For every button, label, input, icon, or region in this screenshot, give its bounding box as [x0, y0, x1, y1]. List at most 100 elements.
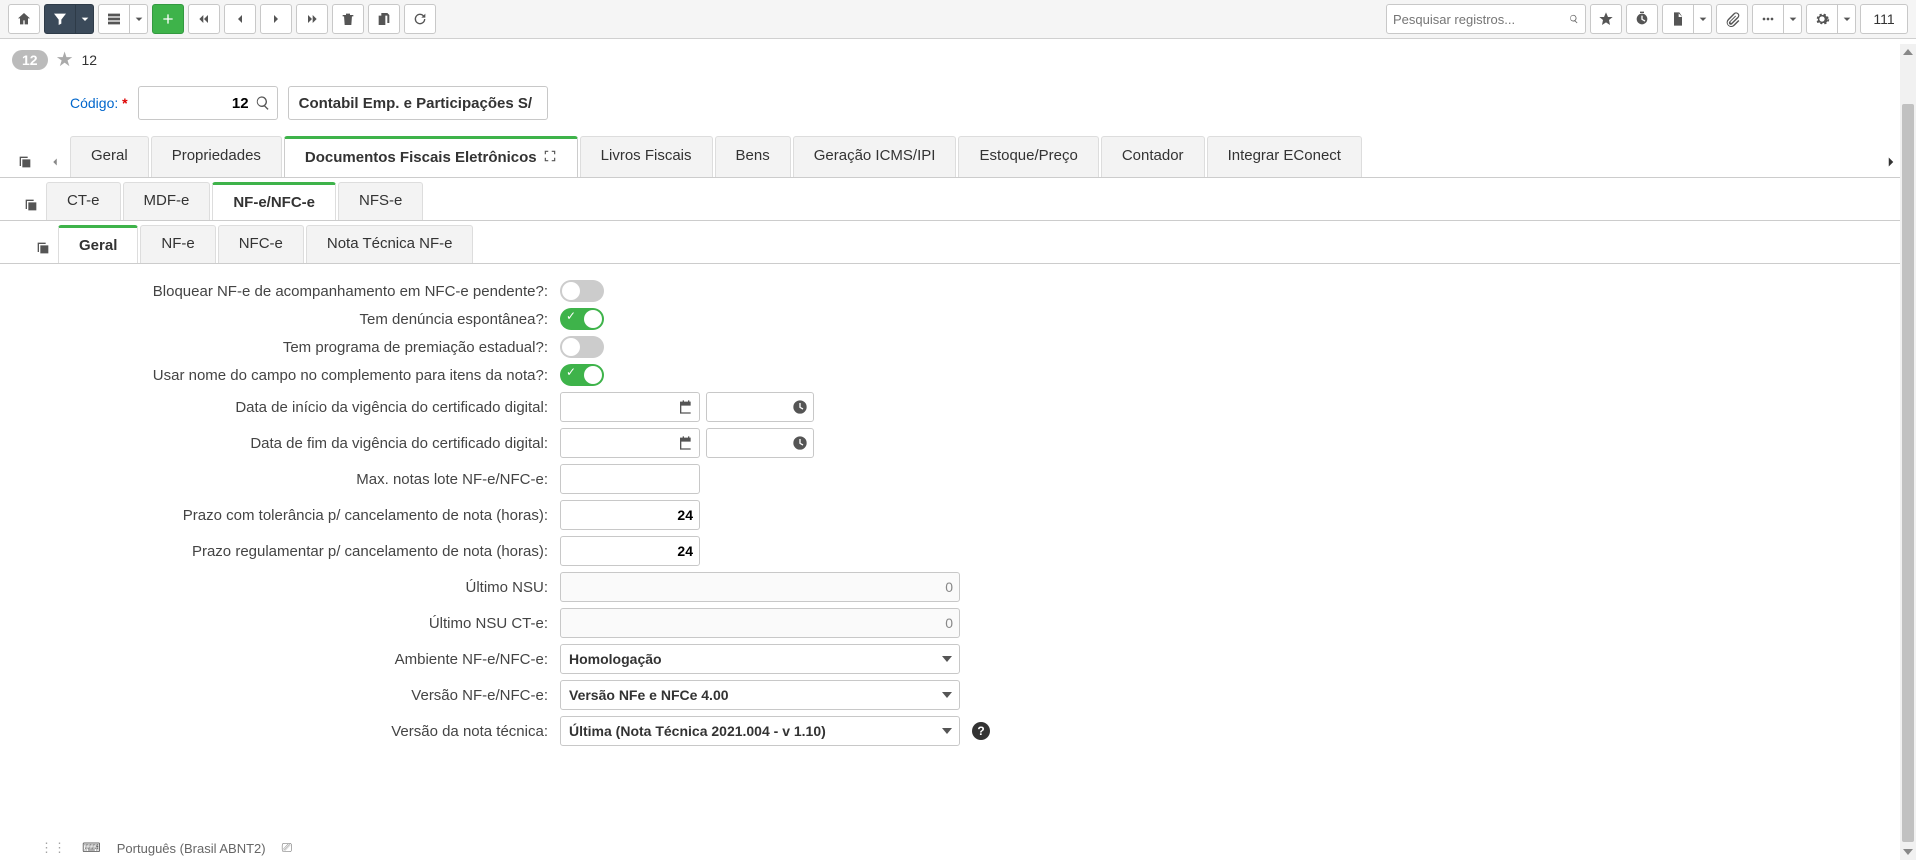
ambiente-label: Ambiente NF-e/NFC-e: — [60, 651, 560, 668]
denuncia-toggle[interactable] — [560, 308, 604, 330]
tab-geral[interactable]: Geral — [70, 136, 149, 177]
help-icon[interactable]: ? — [972, 722, 990, 740]
breadcrumb: 12 ★ 12 — [0, 39, 1916, 80]
doc-tab-nfs-e[interactable]: NFS-e — [338, 182, 423, 220]
scrollbar-thumb[interactable] — [1902, 104, 1914, 842]
cert-inicio-time[interactable] — [706, 392, 814, 422]
main-tabs: GeralPropriedadesDocumentos Fiscais Elet… — [0, 136, 1916, 178]
tab-propriedades[interactable]: Propriedades — [151, 136, 282, 177]
search-icon[interactable] — [255, 95, 271, 111]
add-button[interactable] — [152, 4, 184, 34]
clone-icon[interactable] — [16, 190, 46, 220]
versao-nt-select[interactable]: Última (Nota Técnica 2021.004 - v 1.10) — [560, 716, 960, 746]
ultnsucte-label: Último NSU CT-e: — [60, 615, 560, 632]
scroll-down-icon[interactable] — [1900, 844, 1916, 860]
doc-tabs: CT-eMDF-eNF-e/NFC-eNFS-e — [0, 178, 1916, 221]
doc-tab-ct-e[interactable]: CT-e — [46, 182, 121, 220]
nomecampo-label: Usar nome do campo no complemento para i… — [60, 367, 560, 384]
cert-fim-time[interactable] — [706, 428, 814, 458]
chevron-down-icon — [942, 692, 952, 698]
tab-bens[interactable]: Bens — [715, 136, 791, 177]
prazo-tol-input[interactable] — [560, 500, 700, 530]
ambiente-select[interactable]: Homologação — [560, 644, 960, 674]
maxlote-input[interactable] — [560, 464, 700, 494]
tab-scroll-prev[interactable] — [40, 147, 70, 177]
code-label: Código: * — [70, 95, 128, 111]
doc-tab-mdf-e[interactable]: MDF-e — [123, 182, 211, 220]
next-button[interactable] — [260, 4, 292, 34]
tab-documentos-fiscais-eletr-nicos[interactable]: Documentos Fiscais Eletrônicos — [284, 136, 578, 177]
breadcrumb-badge: 12 — [12, 50, 48, 70]
bloquear-label: Bloquear NF-e de acompanhamento em NFC-e… — [60, 283, 560, 300]
search-input[interactable] — [1393, 12, 1569, 27]
cert-fim-date[interactable] — [560, 428, 700, 458]
copy-button[interactable] — [368, 4, 400, 34]
first-button[interactable] — [188, 4, 220, 34]
sub-tab-nota-t-cnica-nf-e[interactable]: Nota Técnica NF-e — [306, 225, 474, 263]
timer-button[interactable] — [1626, 4, 1658, 34]
attach-button[interactable] — [1716, 4, 1748, 34]
tab-gera-o-icms-ipi[interactable]: Geração ICMS/IPI — [793, 136, 957, 177]
ultnsu-input — [560, 572, 960, 602]
delete-button[interactable] — [332, 4, 364, 34]
denuncia-label: Tem denúncia espontânea?: — [60, 311, 560, 328]
table-button[interactable] — [98, 4, 130, 34]
tab-estoque-pre-o[interactable]: Estoque/Preço — [958, 136, 1098, 177]
sub-tabs: GeralNF-eNFC-eNota Técnica NF-e — [0, 221, 1916, 264]
nomecampo-toggle[interactable] — [560, 364, 604, 386]
export-button[interactable] — [1662, 4, 1694, 34]
status-bar: ⋮⋮ ⌨ Português (Brasil ABNT2) ⎚ — [0, 836, 1916, 860]
sub-tab-nf-e[interactable]: NF-e — [140, 225, 215, 263]
refresh-button[interactable] — [404, 4, 436, 34]
chevron-down-icon — [942, 728, 952, 734]
code-input[interactable] — [145, 95, 249, 112]
main-toolbar: 111 — [0, 0, 1916, 39]
settings-dropdown[interactable] — [1838, 4, 1856, 34]
ultnsucte-input — [560, 608, 960, 638]
bloquear-toggle[interactable] — [560, 280, 604, 302]
sub-tab-nfc-e[interactable]: NFC-e — [218, 225, 304, 263]
scroll-up-icon[interactable] — [1900, 44, 1916, 60]
code-input-wrap[interactable] — [138, 86, 278, 120]
prazo-reg-input[interactable] — [560, 536, 700, 566]
clone-icon[interactable] — [28, 233, 58, 263]
more-dropdown[interactable] — [1784, 4, 1802, 34]
tab-contador[interactable]: Contador — [1101, 136, 1205, 177]
more-button[interactable] — [1752, 4, 1784, 34]
cert-fim-label: Data de fim da vigência do certificado d… — [60, 435, 560, 452]
premiacao-label: Tem programa de premiação estadual?: — [60, 339, 560, 356]
favorite-button[interactable] — [1590, 4, 1622, 34]
expand-icon[interactable] — [543, 149, 557, 167]
sub-tab-geral[interactable]: Geral — [58, 225, 138, 263]
ultnsu-label: Último NSU: — [60, 579, 560, 596]
breadcrumb-text: 12 — [82, 52, 98, 68]
maxlote-label: Max. notas lote NF-e/NFC-e: — [60, 471, 560, 488]
table-dropdown[interactable] — [130, 4, 148, 34]
filter-dropdown[interactable] — [76, 4, 94, 34]
chevron-down-icon — [942, 656, 952, 662]
star-icon[interactable]: ★ — [56, 47, 74, 72]
language-label: Português (Brasil ABNT2) — [117, 841, 266, 856]
settings-button[interactable] — [1806, 4, 1838, 34]
home-button[interactable] — [8, 4, 40, 34]
cert-inicio-date[interactable] — [560, 392, 700, 422]
prazo-tol-label: Prazo com tolerância p/ cancelamento de … — [60, 507, 560, 524]
prazo-reg-label: Prazo regulamentar p/ cancelamento de no… — [60, 543, 560, 560]
export-dropdown[interactable] — [1694, 4, 1712, 34]
versao-select[interactable]: Versão NFe e NFCe 4.00 — [560, 680, 960, 710]
keyboard-layout-icon[interactable]: ⎚ — [282, 840, 292, 856]
prev-button[interactable] — [224, 4, 256, 34]
filter-button[interactable] — [44, 4, 76, 34]
tab-livros-fiscais[interactable]: Livros Fiscais — [580, 136, 713, 177]
keyboard-icon: ⌨ — [82, 840, 101, 856]
doc-tab-nf-e-nfc-e[interactable]: NF-e/NFC-e — [212, 182, 336, 220]
versao-label: Versão NF-e/NFC-e: — [60, 687, 560, 704]
last-button[interactable] — [296, 4, 328, 34]
tab-integrar-econect[interactable]: Integrar EConect — [1207, 136, 1362, 177]
header-row: Código: * Contabil Emp. e Participações … — [0, 80, 1916, 136]
search-box[interactable] — [1386, 4, 1586, 34]
vertical-scrollbar[interactable] — [1900, 44, 1916, 860]
premiacao-toggle[interactable] — [560, 336, 604, 358]
clone-icon[interactable] — [10, 147, 40, 177]
form-area: Bloquear NF-e de acompanhamento em NFC-e… — [0, 264, 1916, 792]
